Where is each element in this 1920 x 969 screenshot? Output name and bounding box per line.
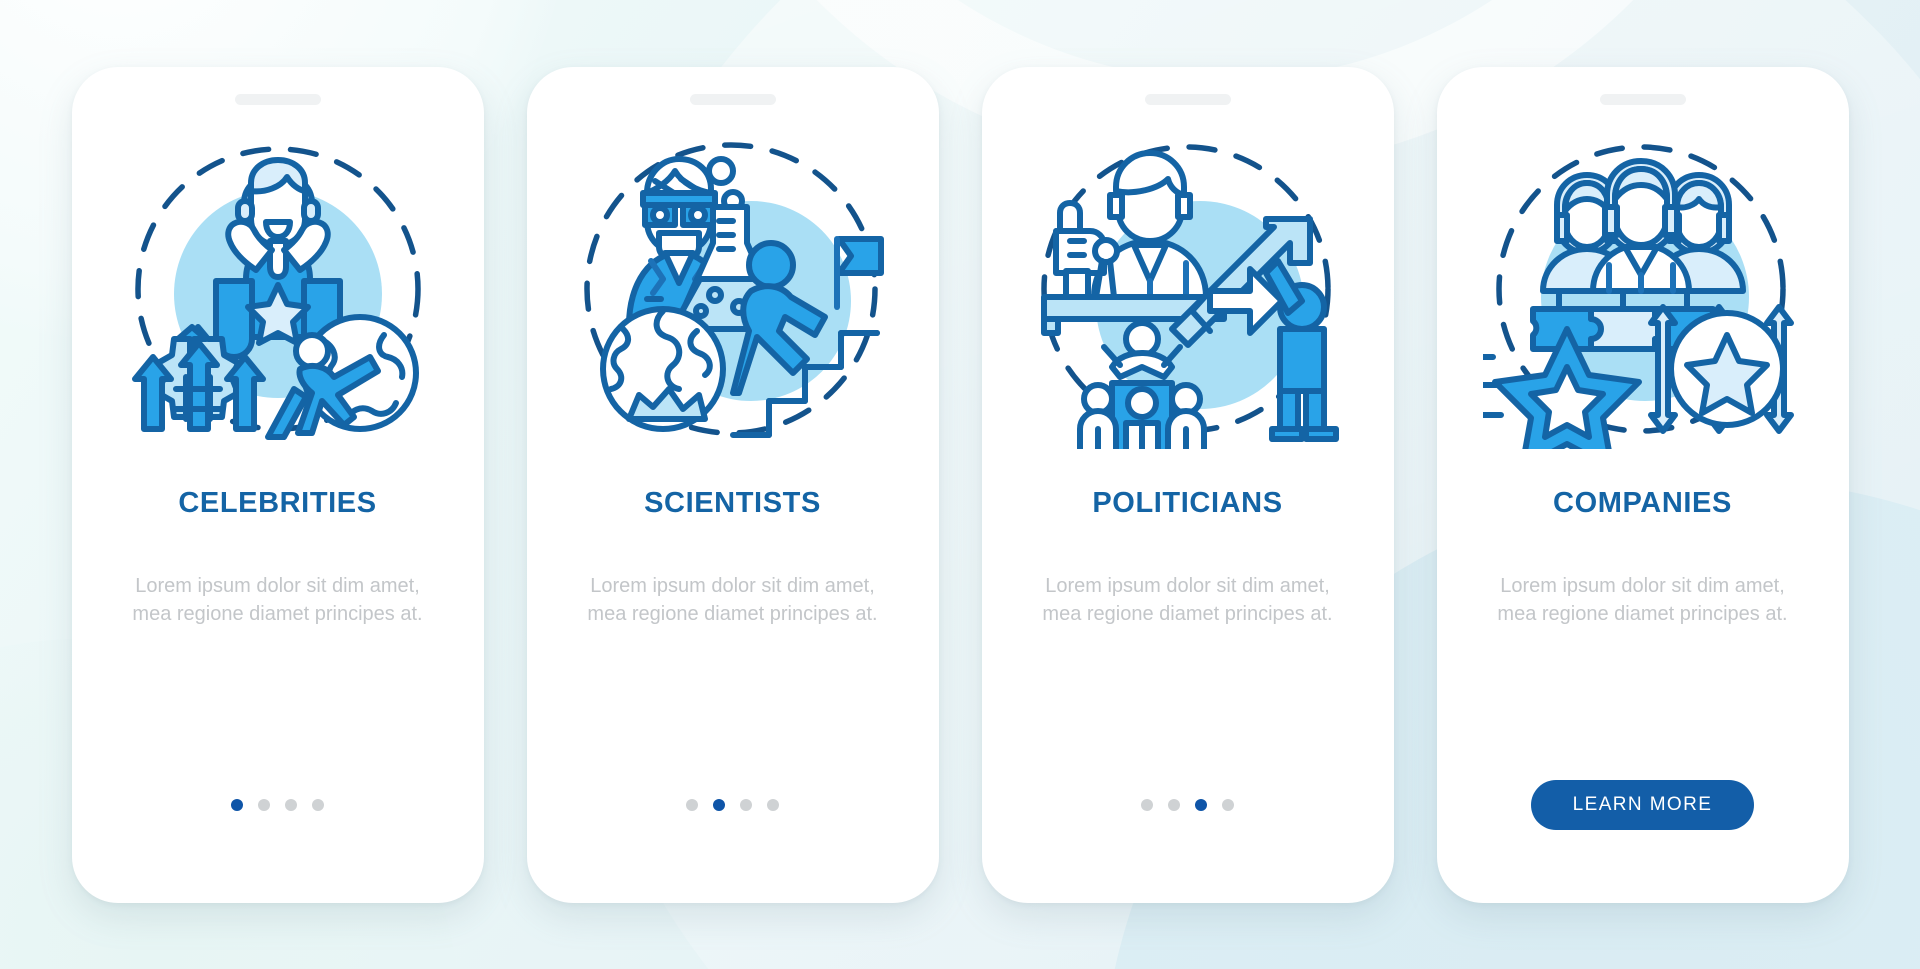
pagination-dot-3[interactable] xyxy=(740,798,752,811)
pagination-dots[interactable] xyxy=(1141,780,1234,830)
screen-description: Lorem ipsum dolor sit dim amet, mea regi… xyxy=(1497,574,1788,625)
pagination-dot-4[interactable] xyxy=(1222,798,1234,811)
pagination-dots[interactable] xyxy=(231,780,324,830)
pagination-dot-3[interactable] xyxy=(285,798,297,811)
phone-speaker-notch xyxy=(1144,93,1231,105)
onboarding-screen-row: CELEBRITIES Lorem ipsum dolor sit dim am… xyxy=(0,0,1920,969)
pagination-dot-1[interactable] xyxy=(231,798,243,811)
politicians-illustration xyxy=(1028,129,1348,449)
pagination-dot-2[interactable] xyxy=(258,798,270,811)
screen-title: POLITICIANS xyxy=(1092,486,1283,519)
onboarding-screen-scientists[interactable]: SCIENTISTS Lorem ipsum dolor sit dim ame… xyxy=(526,66,939,903)
screen-title: COMPANIES xyxy=(1553,486,1732,519)
scientists-illustration xyxy=(573,129,893,449)
screen-footer-cta: LEARN MORE xyxy=(1530,779,1755,830)
pagination-dots[interactable] xyxy=(686,780,779,830)
screen-description: Lorem ipsum dolor sit dim amet, mea regi… xyxy=(132,574,423,625)
pagination-dot-3[interactable] xyxy=(1195,798,1207,811)
learn-more-button[interactable]: LEARN MORE xyxy=(1530,779,1755,830)
screen-description: Lorem ipsum dolor sit dim amet, mea regi… xyxy=(587,574,878,625)
pagination-dot-4[interactable] xyxy=(767,798,779,811)
screen-title: SCIENTISTS xyxy=(644,486,821,519)
phone-speaker-notch xyxy=(234,93,321,105)
pagination-dot-2[interactable] xyxy=(1168,798,1180,811)
onboarding-screen-companies[interactable]: COMPANIES Lorem ipsum dolor sit dim amet… xyxy=(1436,66,1849,903)
celebrities-illustration xyxy=(118,129,438,449)
onboarding-screen-politicians[interactable]: POLITICIANS Lorem ipsum dolor sit dim am… xyxy=(981,66,1394,903)
pagination-dot-2[interactable] xyxy=(713,798,725,811)
screen-description: Lorem ipsum dolor sit dim amet, mea regi… xyxy=(1042,574,1333,625)
onboarding-screen-celebrities[interactable]: CELEBRITIES Lorem ipsum dolor sit dim am… xyxy=(71,66,484,903)
screen-title: CELEBRITIES xyxy=(178,486,377,519)
companies-illustration xyxy=(1482,129,1803,449)
pagination-dot-1[interactable] xyxy=(1141,798,1153,811)
phone-speaker-notch xyxy=(1599,93,1686,105)
phone-speaker-notch xyxy=(689,93,776,105)
pagination-dot-4[interactable] xyxy=(312,798,324,811)
pagination-dot-1[interactable] xyxy=(686,798,698,811)
